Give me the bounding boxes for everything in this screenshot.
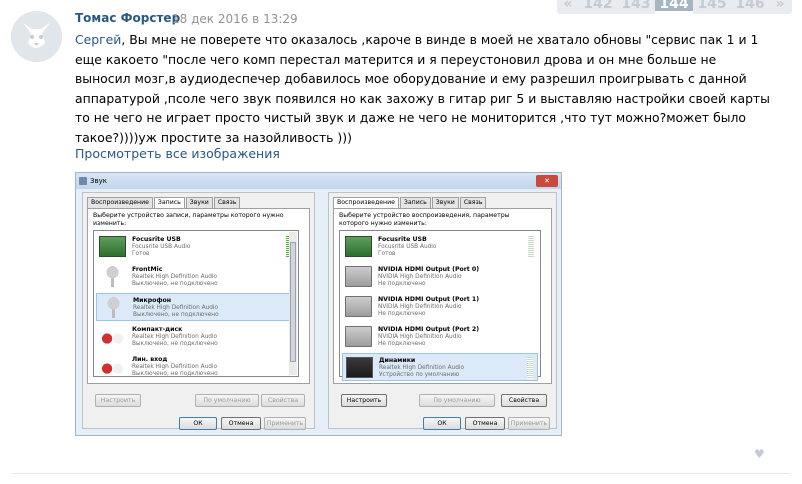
sound-dialog: Воспроизведение Запись Звуки Связь Выбер… — [82, 192, 315, 430]
pagination: « 142 143 144 145 146 » — [557, 0, 792, 14]
microphone-icon — [100, 297, 127, 318]
tab-playback: Воспроизведение — [87, 197, 153, 208]
audio-jack-icon — [99, 326, 126, 347]
tab-recording: Запись — [399, 197, 431, 208]
pagination-page-145[interactable]: 145 — [693, 0, 731, 14]
tab-communications: Связь — [213, 197, 241, 208]
avatar[interactable] — [11, 11, 62, 62]
sound-card-icon — [99, 236, 126, 257]
level-meter — [528, 236, 534, 258]
set-default-button: По умолчанию — [195, 394, 259, 407]
hdmi-output-icon — [345, 326, 372, 347]
pagination-page-142[interactable]: 142 — [579, 0, 617, 14]
device-item: Компакт-диск Realtek High Definition Aud… — [96, 323, 296, 351]
view-all-images-link[interactable]: Просмотреть все изображения — [75, 146, 280, 161]
close-icon: ✕ — [536, 175, 558, 187]
properties-button: Свойства — [261, 394, 305, 407]
sound-icon — [79, 177, 87, 185]
window-titlebar: Звук ✕ — [76, 173, 561, 189]
post-body: , Вы мне не поверете что оказалось ,каро… — [75, 32, 770, 145]
device-item: Лин. вход Realtek High Definition Audio В… — [96, 353, 296, 381]
apply-button: Применить — [508, 417, 550, 430]
ok-button: ОК — [423, 417, 461, 430]
tab-panel: Выберите устройство записи, параметры ко… — [87, 208, 310, 384]
configure-button: Настроить — [341, 394, 387, 407]
screenshot-recording[interactable]: Звук ✕ Воспроизведение Запись Звуки Связ… — [75, 172, 562, 436]
heart-icon[interactable]: ♥ — [754, 448, 766, 460]
microphone-icon — [99, 266, 126, 287]
tab-recording: Запись — [153, 197, 185, 208]
window-title: Звук — [90, 177, 107, 185]
post-divider — [11, 473, 791, 474]
post-author[interactable]: Томас Форстер — [75, 11, 180, 25]
hint-text: Выберите устройство воспроизведения, пар… — [339, 212, 510, 227]
device-item: Динамики Realtek High Definition Audio Ус… — [342, 353, 538, 381]
device-item: Focusrite USB Focusrite USB Audio Готов — [342, 233, 538, 261]
device-item: NVIDIA HDMI Output (Port 2) NVIDIA High … — [342, 323, 538, 351]
device-item: Микрофон Realtek High Definition Audio Вы… — [96, 293, 296, 321]
speakers-icon — [346, 357, 373, 378]
tab-panel: Выберите устройство воспроизведения, пар… — [333, 208, 552, 384]
apply-button: Применить — [264, 417, 306, 430]
set-default-button: По умолчанию — [419, 394, 495, 407]
post-date[interactable]: 18 дек 2016 в 13:29 — [172, 12, 298, 26]
default-avatar-dog-icon — [11, 11, 62, 62]
device-item: FrontMic Realtek High Definition Audio Вы… — [96, 263, 296, 291]
configure-button: Настроить — [95, 394, 141, 407]
tab-bar: Воспроизведение Запись Звуки Связь — [87, 197, 241, 208]
cancel-button: Отмена — [221, 417, 261, 430]
tab-sounds: Звуки — [185, 197, 213, 208]
pagination-prev[interactable]: « — [557, 0, 579, 14]
device-item: NVIDIA HDMI Output (Port 0) NVIDIA High … — [342, 263, 538, 291]
scrollbar — [289, 232, 297, 375]
level-meter — [527, 357, 533, 379]
tab-bar: Воспроизведение Запись Звуки Связь — [333, 197, 487, 208]
device-list: Focusrite USB Focusrite USB Audio Готов F… — [93, 230, 299, 377]
hdmi-output-icon — [345, 296, 372, 317]
properties-button: Свойства — [501, 394, 547, 407]
audio-jack-icon — [99, 356, 126, 377]
tab-playback: Воспроизведение — [333, 197, 399, 208]
device-list: Focusrite USB Focusrite USB Audio Готов N… — [339, 230, 541, 381]
mention-link[interactable]: Сергей — [75, 32, 121, 47]
device-item: NVIDIA HDMI Output (Port 1) NVIDIA High … — [342, 293, 538, 321]
post-text: Сергей, Вы мне не поверете что оказалось… — [75, 30, 775, 147]
pagination-page-143[interactable]: 143 — [617, 0, 655, 14]
pagination-page-146[interactable]: 146 — [731, 0, 769, 14]
sound-card-icon — [345, 236, 372, 257]
ok-button: ОК — [179, 417, 217, 430]
hdmi-output-icon — [345, 266, 372, 287]
cancel-button: Отмена — [465, 417, 505, 430]
device-item: Focusrite USB Focusrite USB Audio Готов — [96, 233, 296, 261]
pagination-next[interactable]: » — [769, 0, 791, 14]
sound-dialog: Воспроизведение Запись Звуки Связь Выбер… — [328, 192, 557, 430]
tab-sounds: Звуки — [431, 197, 459, 208]
pagination-page-current: 144 — [655, 0, 693, 14]
hint-text: Выберите устройство записи, параметры ко… — [93, 212, 284, 227]
tab-communications: Связь — [459, 197, 487, 208]
